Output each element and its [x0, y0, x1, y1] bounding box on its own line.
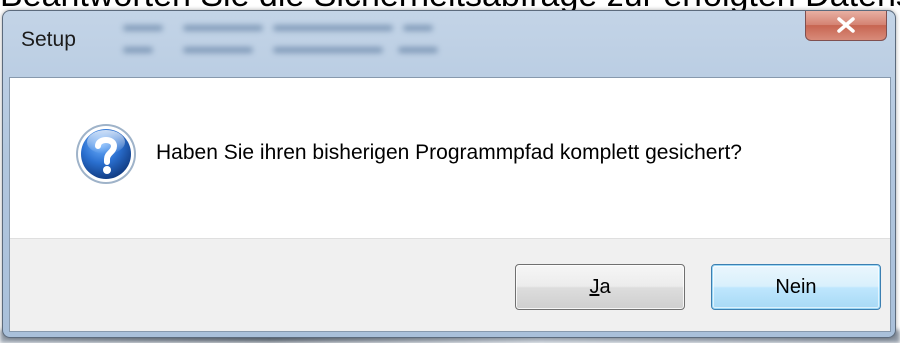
yes-button-label: Ja [589, 275, 611, 298]
glass-blur [123, 17, 453, 77]
message-text: Haben Sie ihren bisherigen Programmpfad … [156, 141, 742, 164]
message-area: Haben Sie ihren bisherigen Programmpfad … [10, 78, 890, 238]
setup-dialog: Setup Haben Sie ihren bisherigen Program… [2, 10, 896, 338]
no-button-label: Nein [775, 275, 817, 298]
yes-button[interactable]: Ja [515, 264, 685, 310]
question-icon [76, 124, 136, 184]
dialog-client-area: Haben Sie ihren bisherigen Programmpfad … [9, 77, 891, 332]
window-title: Setup [21, 28, 76, 51]
close-button[interactable] [805, 11, 887, 41]
screen: Beantworten Sie die Sicherheitsabfrage z… [0, 0, 900, 343]
title-bar[interactable]: Setup [3, 11, 895, 77]
no-button[interactable]: Nein [711, 264, 881, 310]
button-area: Ja Nein [10, 238, 890, 331]
close-icon [837, 17, 855, 33]
